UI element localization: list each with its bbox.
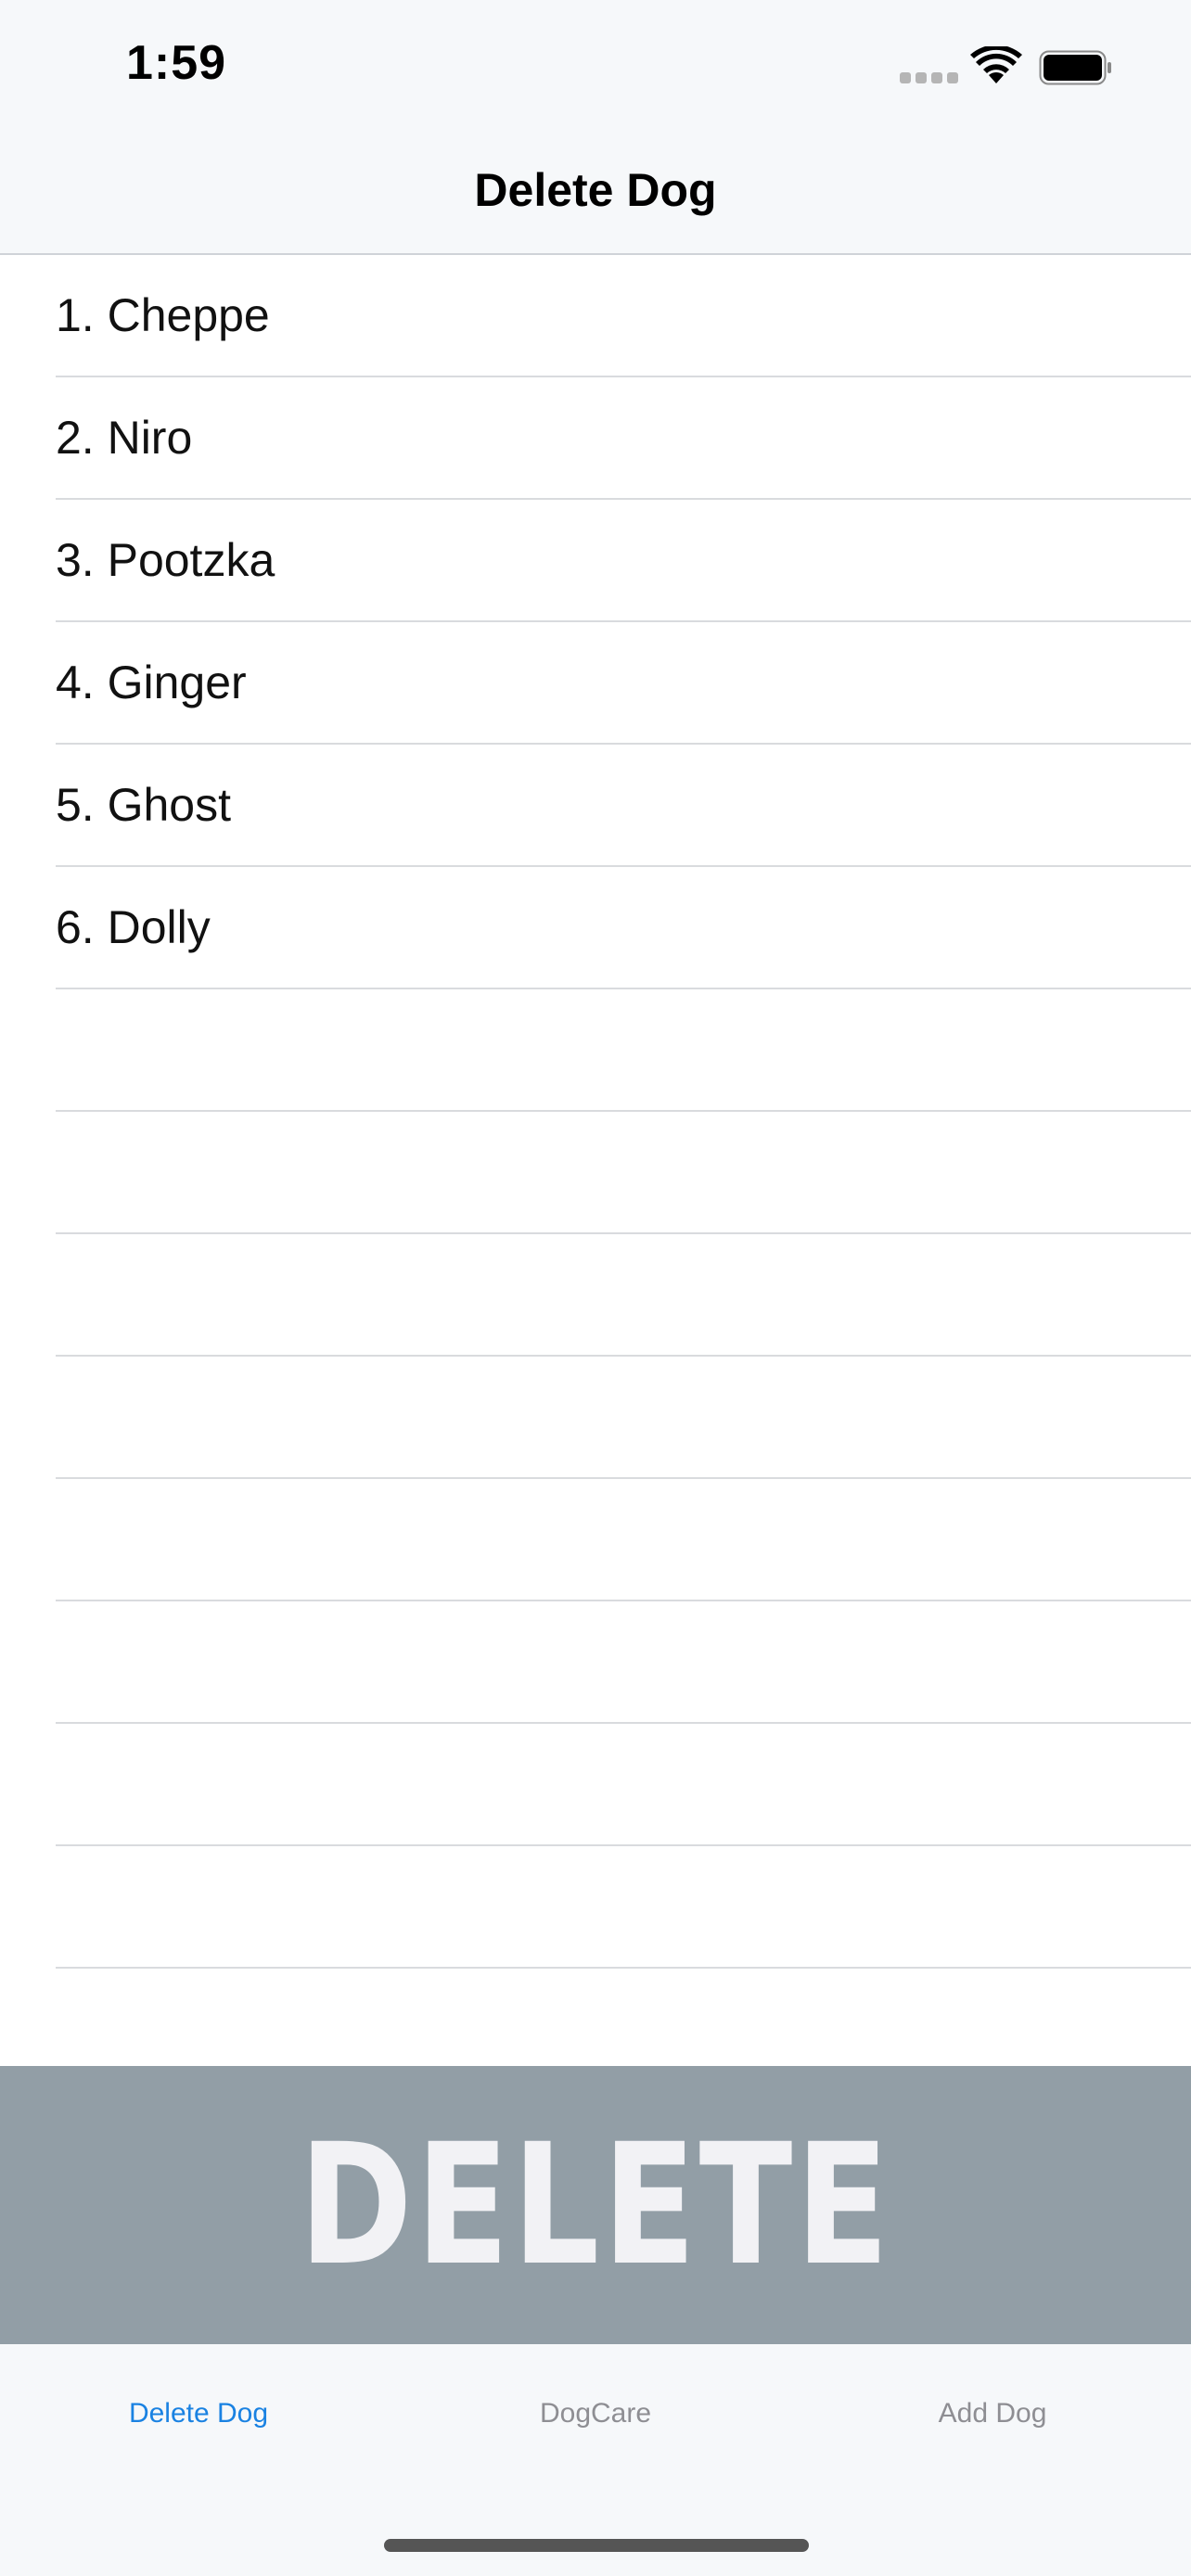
list-item[interactable]: 6. Dolly: [56, 867, 1191, 989]
list-item[interactable]: 3. Pootzka: [56, 500, 1191, 622]
list-item-label: 6. Dolly: [56, 901, 211, 953]
empty-row: [56, 989, 1191, 1112]
tab-label: DogCare: [539, 2398, 652, 2429]
screen: 1:59 Delete Dog 1. Cheppe 2. Niro 3. Poo…: [0, 0, 1191, 2576]
wifi-icon: [970, 46, 1022, 83]
list-item[interactable]: 4. Ginger: [56, 622, 1191, 745]
home-indicator[interactable]: [384, 2539, 809, 2552]
list-item[interactable]: 2. Niro: [56, 377, 1191, 500]
list-item-label: 1. Cheppe: [56, 289, 270, 341]
status-time: 1:59: [126, 36, 227, 90]
dog-list[interactable]: 1. Cheppe 2. Niro 3. Pootzka 4. Ginger 5…: [0, 255, 1191, 2065]
empty-row: [56, 1846, 1191, 1969]
empty-row: [56, 1357, 1191, 1479]
empty-row: [56, 1234, 1191, 1357]
battery-icon: [1039, 50, 1111, 85]
tab-dogcare[interactable]: DogCare: [397, 2344, 794, 2483]
empty-row: [56, 1724, 1191, 1846]
empty-row: [56, 1479, 1191, 1601]
delete-button-label: DELETE: [299, 2109, 892, 2302]
list-item-label: 3. Pootzka: [56, 534, 275, 586]
page-title: Delete Dog: [474, 164, 717, 216]
tab-delete-dog[interactable]: Delete Dog: [0, 2344, 397, 2483]
tab-add-dog[interactable]: Add Dog: [794, 2344, 1191, 2483]
empty-row: [56, 1112, 1191, 1234]
empty-row: [56, 1601, 1191, 1724]
tab-label: Delete Dog: [128, 2398, 269, 2429]
delete-button[interactable]: DELETE: [0, 2066, 1191, 2344]
list-item[interactable]: 5. Ghost: [56, 745, 1191, 867]
list-item-label: 5. Ghost: [56, 779, 231, 831]
navigation-bar: Delete Dog: [0, 139, 1191, 255]
tab-label: Add Dog: [938, 2398, 1047, 2429]
list-item-label: 2. Niro: [56, 412, 193, 464]
status-bar: 1:59: [0, 0, 1191, 139]
cellular-signal-icon: [900, 72, 959, 83]
list-item-label: 4. Ginger: [56, 657, 247, 708]
list-item[interactable]: 1. Cheppe: [56, 255, 1191, 377]
